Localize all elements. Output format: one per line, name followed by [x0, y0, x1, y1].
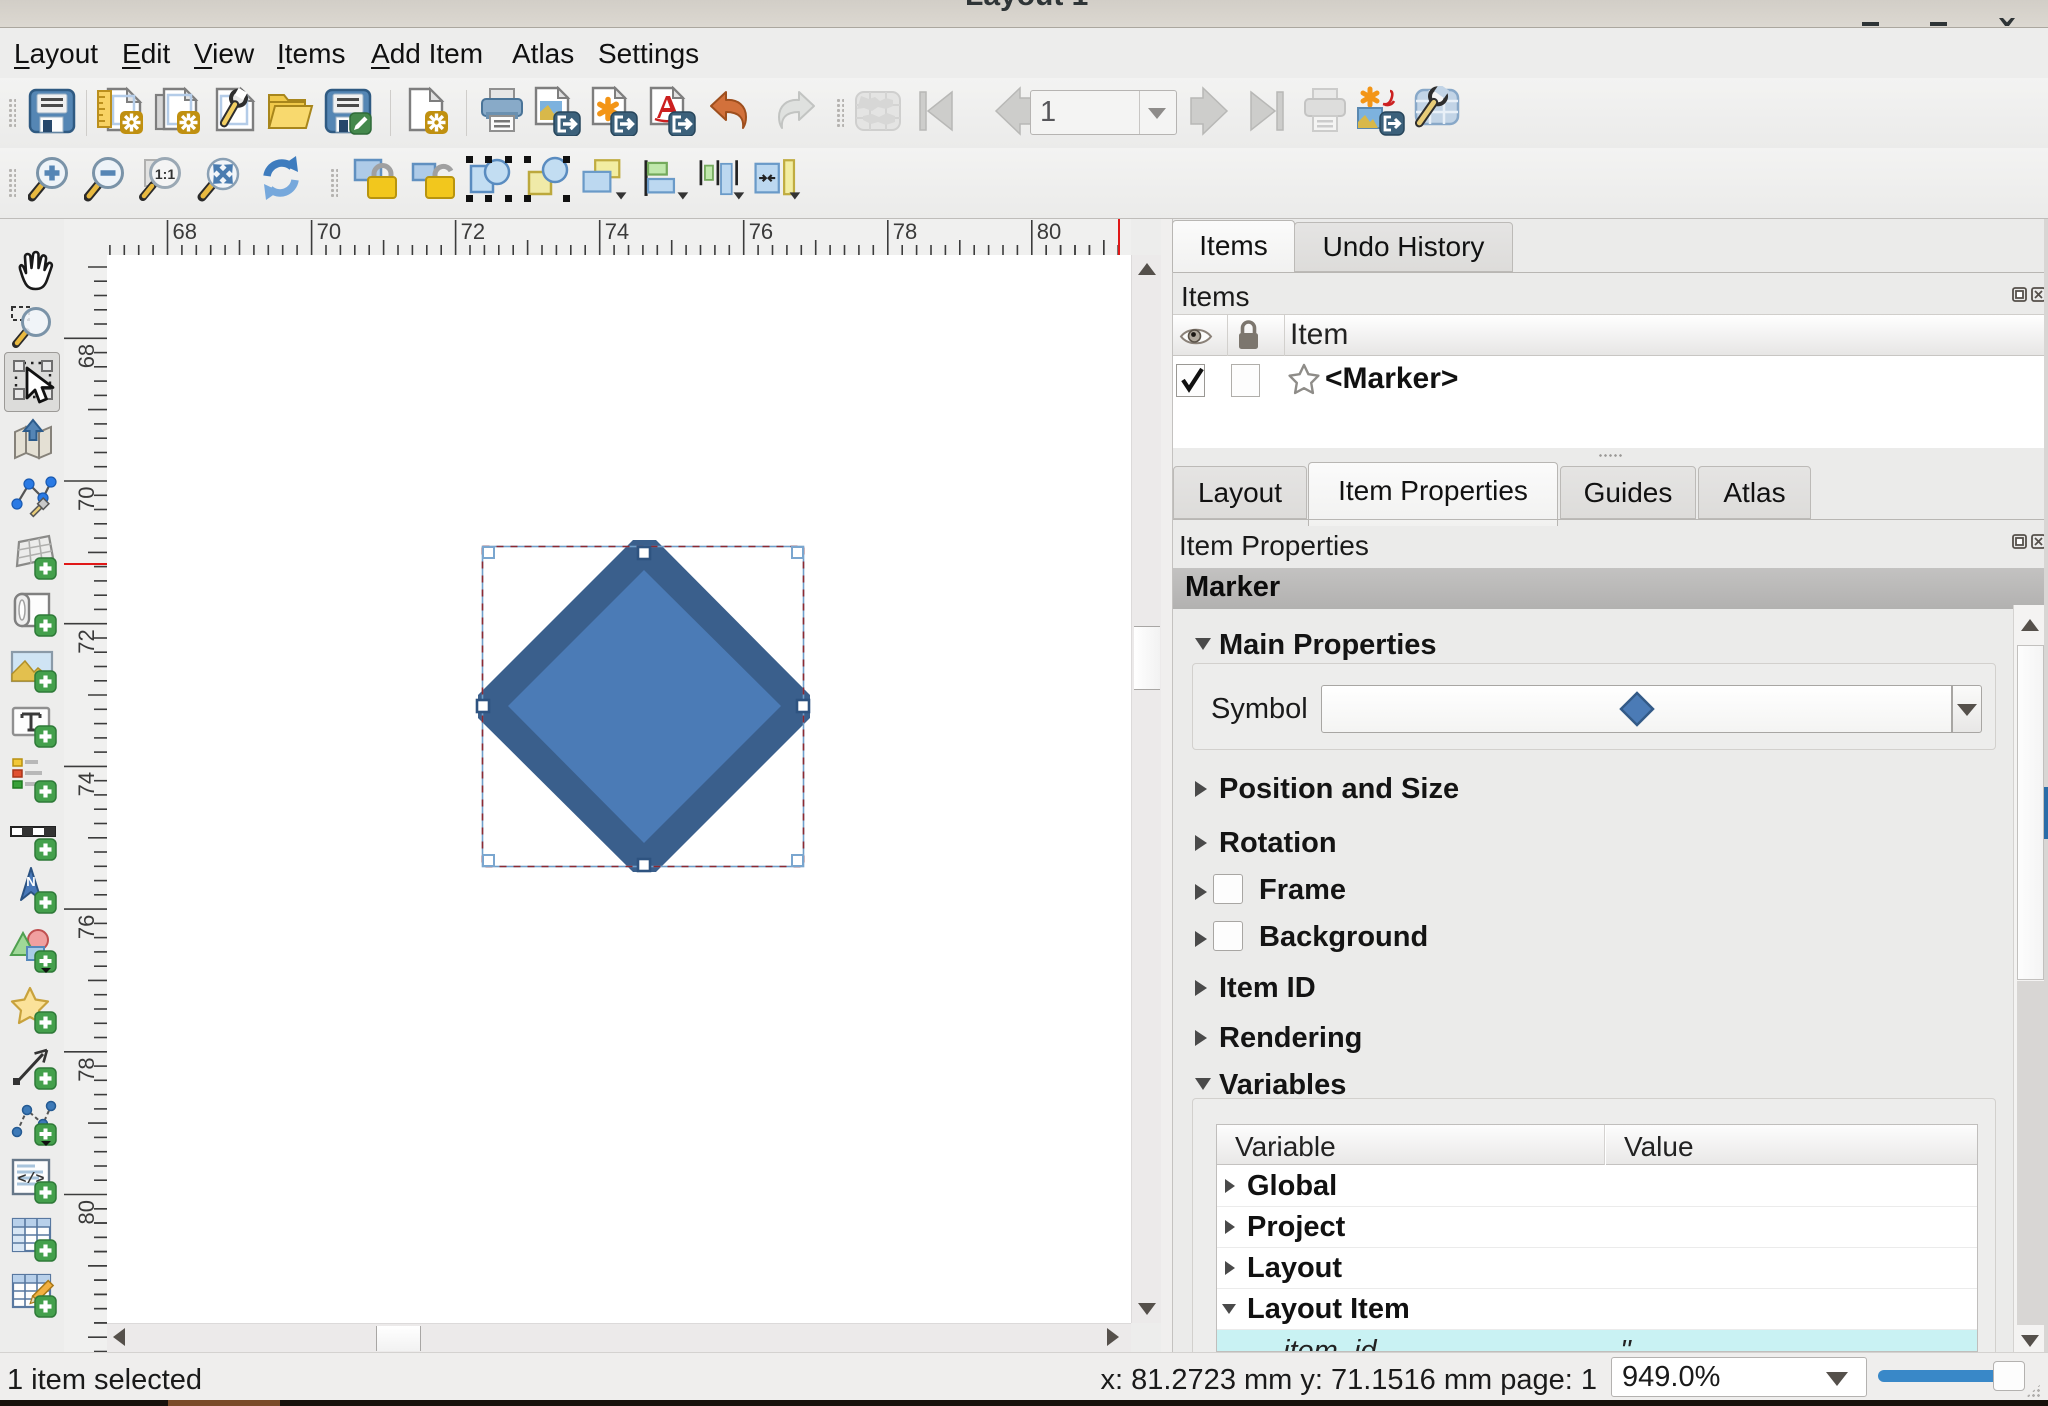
svg-text:74: 74 — [605, 219, 629, 244]
svg-text:78: 78 — [74, 1057, 99, 1081]
svg-text:76: 76 — [749, 219, 773, 244]
svg-text:70: 70 — [317, 219, 341, 244]
svg-text:N: N — [26, 874, 35, 889]
svg-text:80: 80 — [74, 1200, 99, 1224]
svg-text:74: 74 — [74, 772, 99, 796]
svg-text:76: 76 — [74, 915, 99, 939]
svg-text:80: 80 — [1037, 219, 1061, 244]
svg-text:72: 72 — [461, 219, 485, 244]
svg-text:70: 70 — [74, 487, 99, 511]
svg-text:68: 68 — [173, 219, 197, 244]
svg-text:1:1: 1:1 — [155, 166, 175, 182]
svg-text:78: 78 — [893, 219, 917, 244]
svg-text:68: 68 — [74, 344, 99, 368]
svg-text:72: 72 — [74, 629, 99, 653]
